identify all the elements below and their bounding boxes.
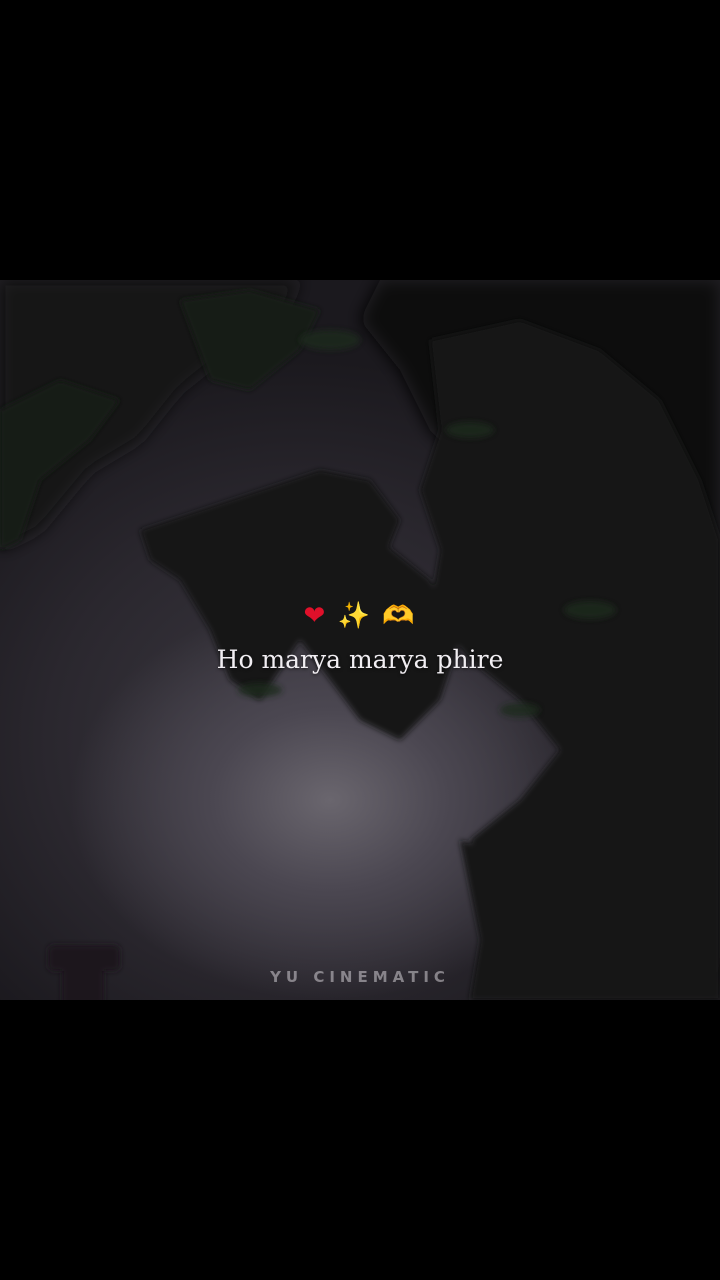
letterbox-bottom	[0, 1000, 720, 1280]
letterbox-top	[0, 0, 720, 280]
sparkles-emoji: ✨	[337, 601, 372, 631]
video-player-screen[interactable]: ❤ ✨ 🫶 Ho marya marya phire YU CINEMATIC	[0, 0, 720, 1280]
channel-watermark: YU CINEMATIC	[270, 968, 450, 986]
video-frame[interactable]: ❤ ✨ 🫶 Ho marya marya phire YU CINEMATIC	[0, 280, 720, 1000]
emoji-row: ❤ ✨ 🫶	[0, 598, 720, 634]
heart-hands-emoji: 🫶	[382, 601, 417, 631]
heart-emoji: ❤	[303, 601, 328, 631]
lyric-caption: Ho marya marya phire	[216, 645, 504, 674]
